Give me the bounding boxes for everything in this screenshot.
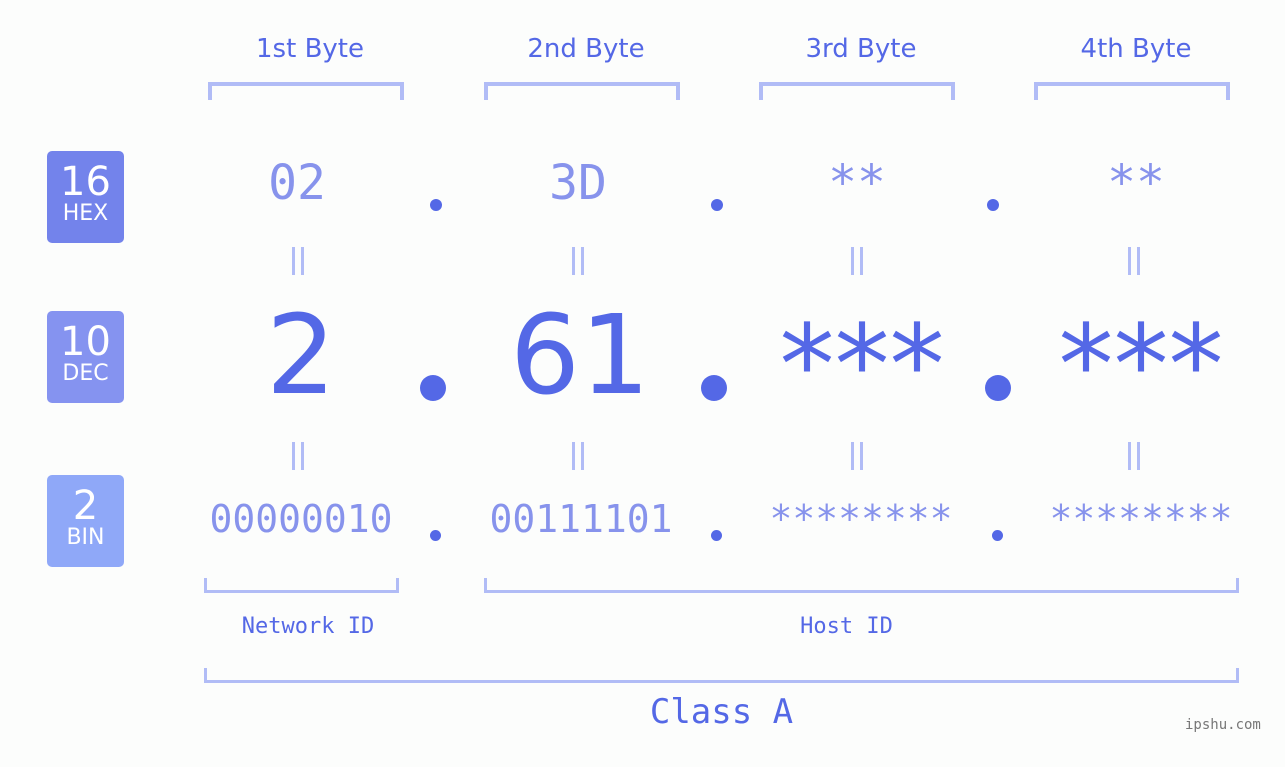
network-id-bracket xyxy=(204,578,399,593)
dec-separator-1 xyxy=(420,375,446,401)
dec-separator-2 xyxy=(701,375,727,401)
bin-separator-1 xyxy=(430,530,441,541)
bin-byte-4: ******** xyxy=(1049,497,1233,541)
host-id-bracket xyxy=(484,578,1239,593)
byte-bracket-3 xyxy=(759,82,955,100)
bin-badge-label: BIN xyxy=(66,525,105,550)
equals-icon xyxy=(851,247,863,275)
equals-icon xyxy=(1128,442,1140,470)
dec-separator-3 xyxy=(985,375,1011,401)
bin-byte-1: 00000010 xyxy=(209,497,393,541)
dec-byte-3: *** xyxy=(779,301,945,429)
hex-badge-label: HEX xyxy=(62,201,109,226)
byte-bracket-1 xyxy=(208,82,404,100)
equals-icon xyxy=(292,247,304,275)
equals-icon xyxy=(1128,247,1140,275)
byte-bracket-4 xyxy=(1034,82,1230,100)
class-bracket xyxy=(204,668,1239,683)
hex-separator-1 xyxy=(430,199,442,211)
equals-icon xyxy=(572,442,584,470)
bin-badge-number: 2 xyxy=(72,483,99,529)
dec-badge: 10 DEC xyxy=(47,311,124,403)
hex-byte-2: 3D xyxy=(549,155,607,211)
bin-badge: 2 BIN xyxy=(47,475,124,567)
class-label: Class A xyxy=(649,692,794,732)
dec-badge-label: DEC xyxy=(62,361,109,386)
dec-byte-4: *** xyxy=(1058,301,1224,429)
hex-badge-number: 16 xyxy=(60,159,111,205)
host-id-label: Host ID xyxy=(800,614,893,639)
hex-separator-3 xyxy=(987,199,999,211)
hex-byte-1: 02 xyxy=(268,155,326,211)
hex-badge: 16 HEX xyxy=(47,151,124,243)
hex-byte-4: ** xyxy=(1107,155,1165,211)
bin-byte-3: ******** xyxy=(769,497,953,541)
bin-byte-2: 00111101 xyxy=(489,497,673,541)
hex-byte-3: ** xyxy=(828,155,886,211)
bin-separator-2 xyxy=(711,530,722,541)
equals-icon xyxy=(292,442,304,470)
byte-header-2: 2nd Byte xyxy=(527,34,645,64)
dec-byte-2: 61 xyxy=(510,291,650,419)
byte-bracket-2 xyxy=(484,82,680,100)
byte-header-3: 3rd Byte xyxy=(805,34,917,64)
equals-icon xyxy=(851,442,863,470)
bin-separator-3 xyxy=(992,530,1003,541)
network-id-label: Network ID xyxy=(241,614,375,639)
watermark: ipshu.com xyxy=(1185,717,1261,733)
hex-separator-2 xyxy=(711,199,723,211)
byte-header-1: 1st Byte xyxy=(256,34,364,64)
byte-header-4: 4th Byte xyxy=(1080,34,1192,64)
equals-icon xyxy=(572,247,584,275)
dec-badge-number: 10 xyxy=(60,319,111,365)
dec-byte-1: 2 xyxy=(266,291,336,419)
